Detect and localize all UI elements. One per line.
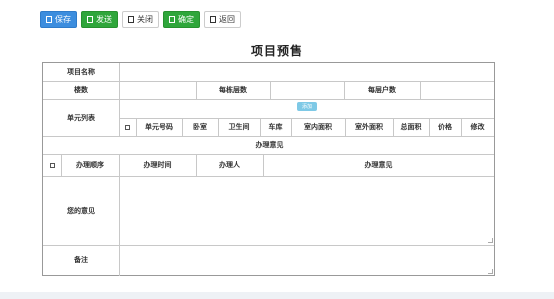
close-label: 关闭 <box>137 15 153 24</box>
resize-handle-icon[interactable] <box>488 238 493 243</box>
approve-button[interactable]: 确定 <box>163 11 200 28</box>
toolbar: 保存 发送 关闭 确定 返回 <box>40 11 241 28</box>
remark-label: 备注 <box>74 256 88 264</box>
opinion-col-handler: 办理人 <box>219 161 240 169</box>
submit-button[interactable]: 发送 <box>81 11 118 28</box>
unit-col-bedroom: 卧室 <box>193 123 207 131</box>
project-form: 项目名称 楼数 每栋层数 每层户数 单元列表 添加 单元号码 卧室 卫生间 车库… <box>42 62 495 276</box>
unit-list-label: 单元列表 <box>67 113 95 122</box>
your-opinion-label: 您的意见 <box>67 206 95 215</box>
unit-col-edit: 修改 <box>470 123 485 131</box>
opinion-col-order: 办理顺序 <box>76 161 104 169</box>
opinion-section-title: 办理意见 <box>255 141 284 149</box>
opinion-col-opinion: 办理意见 <box>364 161 393 169</box>
send-icon <box>87 16 93 23</box>
save-icon <box>46 16 52 23</box>
save-label: 保存 <box>55 15 71 24</box>
floors-label: 楼数 <box>74 86 88 94</box>
floor-count-label: 每栋层数 <box>219 86 247 94</box>
back-label: 返回 <box>219 15 235 24</box>
submit-label: 发送 <box>96 15 112 24</box>
page-title: 项目预售 <box>250 44 303 58</box>
unit-col-number: 单元号码 <box>145 123 173 131</box>
select-all-opinions-checkbox[interactable] <box>49 162 55 168</box>
back-icon <box>210 16 216 23</box>
save-button[interactable]: 保存 <box>40 11 77 28</box>
add-unit-button[interactable]: 添加 <box>297 102 317 111</box>
close-button[interactable]: 关闭 <box>122 11 159 28</box>
close-icon <box>128 16 134 23</box>
bottom-bar <box>0 292 554 299</box>
check-icon <box>169 16 175 23</box>
back-button[interactable]: 返回 <box>204 11 241 28</box>
resize-handle-icon[interactable] <box>488 269 493 274</box>
opinion-col-time: 办理时间 <box>143 161 172 169</box>
unit-col-garage: 车库 <box>268 123 283 131</box>
remark-textarea[interactable] <box>120 246 494 275</box>
units-per-floor-label: 每层户数 <box>368 86 396 94</box>
unit-col-outdoor-area: 室外面积 <box>355 123 383 131</box>
unit-col-price: 价格 <box>438 123 452 131</box>
unit-col-indoor-area: 室内面积 <box>304 123 332 131</box>
floor-count-input[interactable] <box>271 82 343 98</box>
floors-input[interactable] <box>120 82 195 98</box>
unit-col-bathroom: 卫生间 <box>228 123 250 131</box>
select-all-units-checkbox[interactable] <box>125 124 130 130</box>
approve-label: 确定 <box>178 15 194 24</box>
project-name-input[interactable] <box>120 64 494 80</box>
your-opinion-textarea[interactable] <box>120 177 494 244</box>
project-name-label: 项目名称 <box>67 68 95 76</box>
unit-col-total-area: 总面积 <box>400 123 422 131</box>
units-per-floor-input[interactable] <box>421 82 494 98</box>
